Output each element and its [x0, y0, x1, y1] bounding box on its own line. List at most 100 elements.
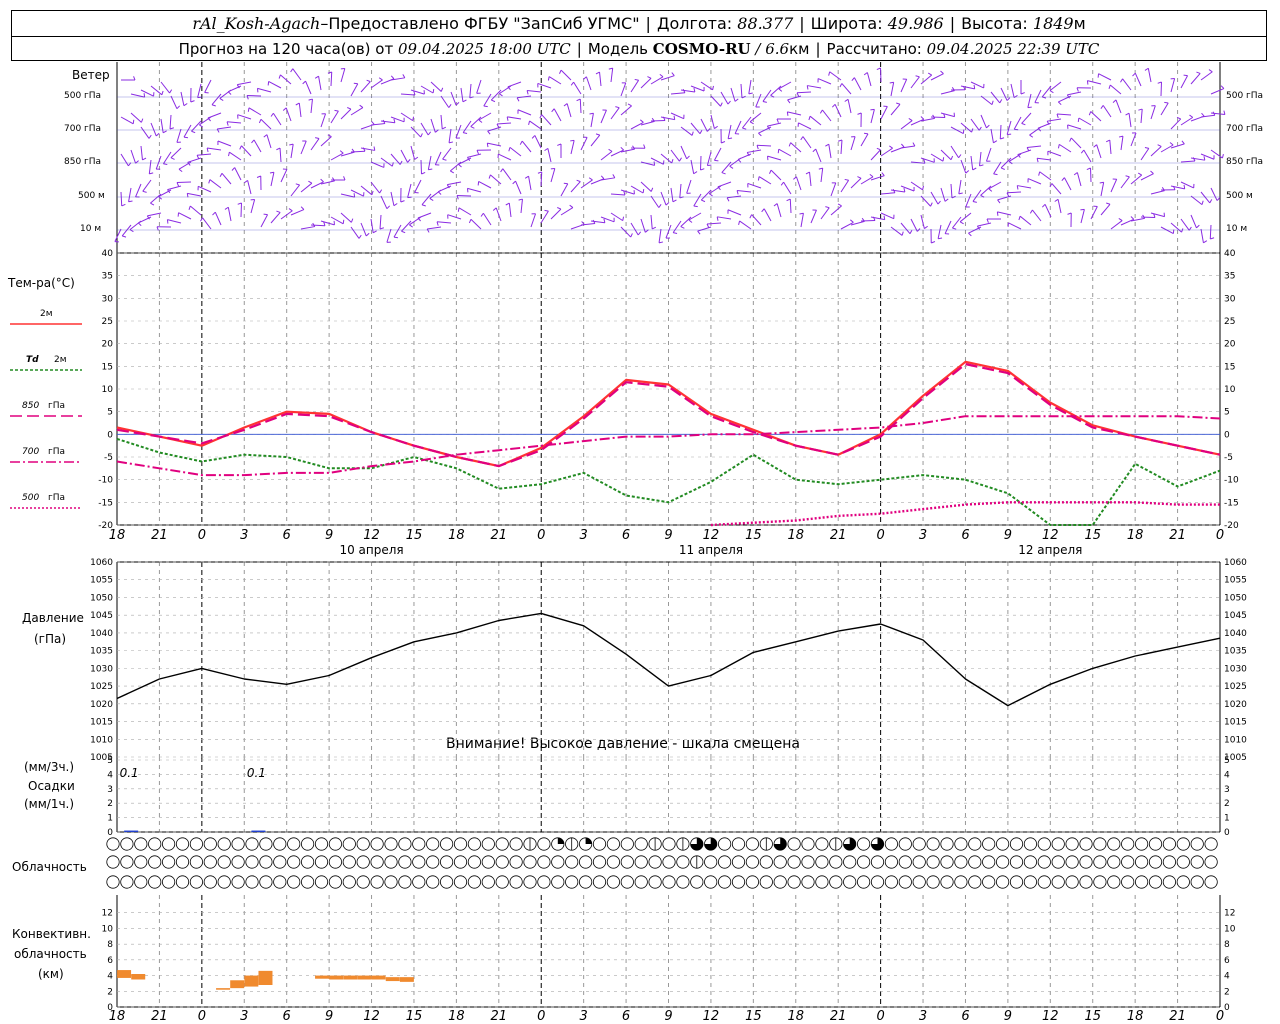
temp-ytick-label-right: 40 [1224, 249, 1236, 259]
wind-barb [798, 122, 812, 130]
cloud-symbol [217, 837, 231, 851]
wind-barb [280, 74, 292, 85]
wind-barb [140, 126, 150, 139]
wind-barb-flag [308, 180, 313, 184]
wind-barb-flag [876, 67, 881, 71]
wind-barb [670, 149, 680, 162]
cloud-symbol [398, 875, 412, 889]
wind-barb-flag [492, 207, 497, 211]
wind-barb [1063, 177, 1072, 191]
temp-title: Тем-ра(°C) [7, 276, 75, 290]
wind-barb [940, 90, 955, 95]
cloud-symbol [1204, 875, 1218, 889]
time-axis-label-bottom: 15 [745, 1009, 762, 1024]
wind-barb [340, 212, 352, 223]
time-axis-label-temp: 15 [1084, 528, 1101, 543]
wind-barb-flag [237, 202, 242, 205]
wind-barb-flag [1181, 228, 1184, 233]
wind-barb [380, 120, 395, 124]
wind-barb [393, 224, 402, 238]
wind-barb-flag [863, 132, 869, 135]
wind-barb-flag [393, 236, 399, 239]
temp-ytick-label-right: -10 [1224, 476, 1239, 486]
precip-bar [124, 830, 139, 832]
wind-barb [660, 191, 667, 206]
cloud-symbol [731, 837, 746, 851]
cloud-symbol [815, 837, 829, 851]
wind-barb [690, 85, 705, 92]
wind-barb [940, 187, 946, 202]
wind-barb-flag [938, 237, 943, 240]
wind-barb-flag [889, 145, 893, 149]
cloud-symbol [982, 875, 996, 889]
cloud-symbol [426, 875, 440, 889]
cloud-symbol [495, 855, 509, 869]
wind-barb-flag [786, 198, 791, 202]
precip-title: Осадки [28, 779, 75, 793]
wind-barb-flag [300, 206, 305, 210]
wind-barb [430, 81, 442, 92]
cloud-symbol [300, 875, 315, 889]
wind-barb [688, 212, 702, 221]
wind-barb-flag [539, 114, 543, 119]
wind-barb [507, 116, 522, 120]
cloud-symbol [648, 875, 662, 889]
wind-barb-flag [808, 116, 811, 121]
wind-barb [665, 224, 672, 239]
wind-barb [1150, 212, 1165, 218]
wind-barb [227, 207, 232, 222]
cloud-symbol [439, 875, 454, 889]
cloud-symbol [203, 837, 217, 851]
wind-barb-flag [1099, 181, 1104, 184]
wind-barb [386, 228, 392, 243]
wind-barb [260, 214, 269, 228]
wind-barb-flag [658, 204, 662, 208]
wind-barb-flag [691, 131, 694, 136]
wind-barb [360, 147, 375, 151]
pressure-ytick-label-right: 1035 [1224, 647, 1247, 657]
cloud-symbol [300, 855, 315, 869]
wind-barb [410, 89, 425, 95]
cloud-symbol [995, 837, 1010, 851]
wind-barb-flag [828, 71, 831, 76]
wind-barb [527, 90, 542, 93]
wind-barb-flag [999, 99, 1003, 104]
pressure-ytick-label: 1025 [90, 682, 113, 692]
wind-barb [420, 122, 429, 136]
wind-barb [880, 192, 895, 195]
wind-barb [427, 226, 442, 230]
wind-barb-flag [247, 107, 250, 112]
wind-barb [442, 147, 452, 160]
wind-barb [447, 181, 462, 186]
legend-500-label2: гПа [48, 493, 65, 503]
wind-barb [189, 205, 202, 216]
wind-barb-flag [1054, 198, 1059, 202]
wind-barb [237, 81, 252, 86]
time-axis-label-temp: 12 [363, 528, 380, 543]
wind-barb-flag [409, 224, 413, 228]
wind-barb-flag [468, 219, 472, 224]
pressure-ytick-label: 1060 [90, 558, 113, 568]
wind-barb [680, 145, 688, 159]
wind-barb [553, 108, 562, 122]
wind-barb [1140, 109, 1143, 124]
wind-barb-flag [421, 171, 426, 175]
wind-barb [900, 79, 908, 93]
wind-barb-flag [1201, 112, 1205, 117]
temp-ytick-label: -10 [98, 476, 113, 486]
wind-barb-flag [937, 200, 941, 205]
wind-barb [670, 112, 684, 120]
cloud-symbol [342, 855, 356, 869]
cloud-symbol [1051, 875, 1065, 889]
wind-barb [630, 185, 644, 194]
wind-barb [977, 222, 992, 227]
conv-ytick-label: 4 [107, 972, 113, 982]
wind-barb-flag [986, 124, 990, 129]
cloud-symbol [954, 875, 968, 889]
cloud-symbol [537, 875, 551, 889]
wind-barb-flag [742, 127, 747, 130]
time-axis-label-temp: 0 [537, 528, 545, 543]
wind-barb-flag [1144, 147, 1149, 149]
wind-barb-flag [665, 202, 670, 206]
wind-barb [965, 193, 972, 208]
